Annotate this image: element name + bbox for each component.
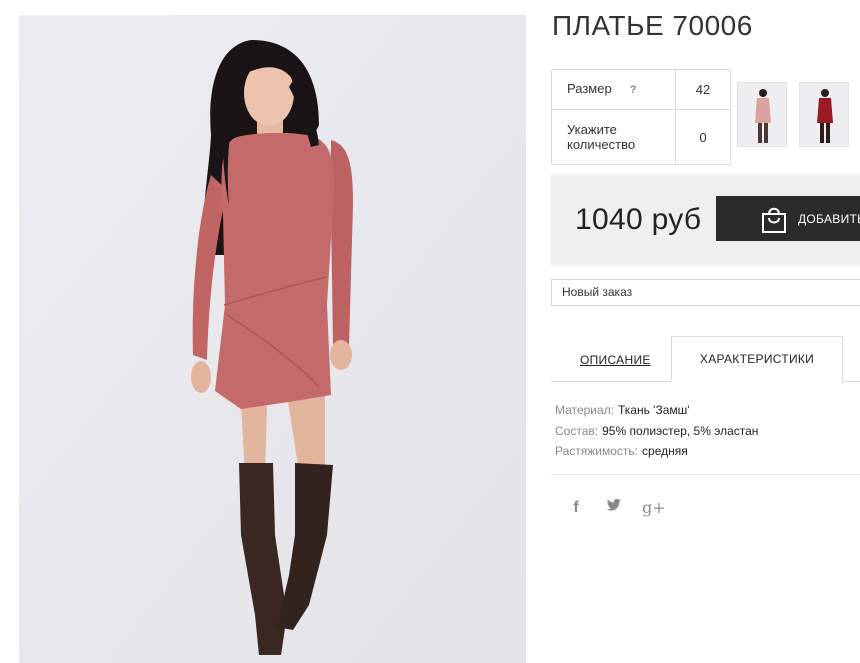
thumb-red-dress[interactable] xyxy=(799,82,849,147)
size-label-cell: Размер? xyxy=(551,69,676,110)
tab-characteristics[interactable]: ХАРАКТЕРИСТИКИ xyxy=(671,336,843,382)
model-illustration xyxy=(19,15,526,663)
size-select[interactable]: 42 xyxy=(675,69,731,110)
quantity-label-line2: количество xyxy=(567,137,636,152)
quantity-label-line1: Укажите xyxy=(567,122,617,137)
section-divider xyxy=(551,474,860,475)
tabs-divider xyxy=(551,381,671,382)
shopping-bag-icon xyxy=(762,207,786,233)
product-photo[interactable] xyxy=(19,15,526,663)
spec-key: Материал: xyxy=(555,403,614,417)
tab-description[interactable]: ОПИСАНИЕ xyxy=(580,353,651,367)
question-icon[interactable]: ? xyxy=(630,84,637,96)
price: 1040 руб xyxy=(575,203,702,236)
facebook-icon[interactable]: f xyxy=(566,499,586,517)
quantity-input[interactable]: 0 xyxy=(675,109,731,165)
spec-key: Растяжимость: xyxy=(555,444,639,458)
product-tabs: ОПИСАНИЕ ХАРАКТЕРИСТИКИ xyxy=(551,336,860,382)
google-plus-icon[interactable]: g+ xyxy=(642,498,666,517)
options-table: Размер? 42 Укажите количество 0 xyxy=(551,69,731,165)
characteristics-list: Материал: Ткань 'Замш' Состав: 95% полиэст… xyxy=(555,400,758,462)
spec-key: Состав: xyxy=(555,423,599,438)
spec-value: Ткань 'Замш' xyxy=(617,403,690,417)
tabs-divider-right xyxy=(843,381,860,382)
spec-row: Состав: 95% полиэстер, 5% эластан xyxy=(555,421,758,442)
add-to-cart-label: ДОБАВИТЬ xyxy=(798,211,860,226)
price-box: 1040 руб ДОБАВИТЬ xyxy=(551,174,860,266)
spec-row: Растяжимость: средняя xyxy=(555,441,758,462)
thumb-pink-dress[interactable] xyxy=(737,82,787,147)
spec-row: Материал: Ткань 'Замш' xyxy=(555,400,758,421)
social-share: f g+ xyxy=(566,498,666,517)
quantity-label-cell: Укажите количество xyxy=(551,109,676,165)
spec-value: средняя xyxy=(642,444,688,458)
twitter-icon[interactable] xyxy=(604,498,624,517)
product-title: ПЛАТЬЕ 70006 xyxy=(552,10,753,41)
add-to-cart-button[interactable]: ДОБАВИТЬ xyxy=(716,196,860,241)
order-select[interactable]: Новый заказ xyxy=(551,279,860,306)
size-label: Размер xyxy=(567,81,612,96)
spec-value: 95% полиэстер, 5% эластан xyxy=(602,423,759,438)
